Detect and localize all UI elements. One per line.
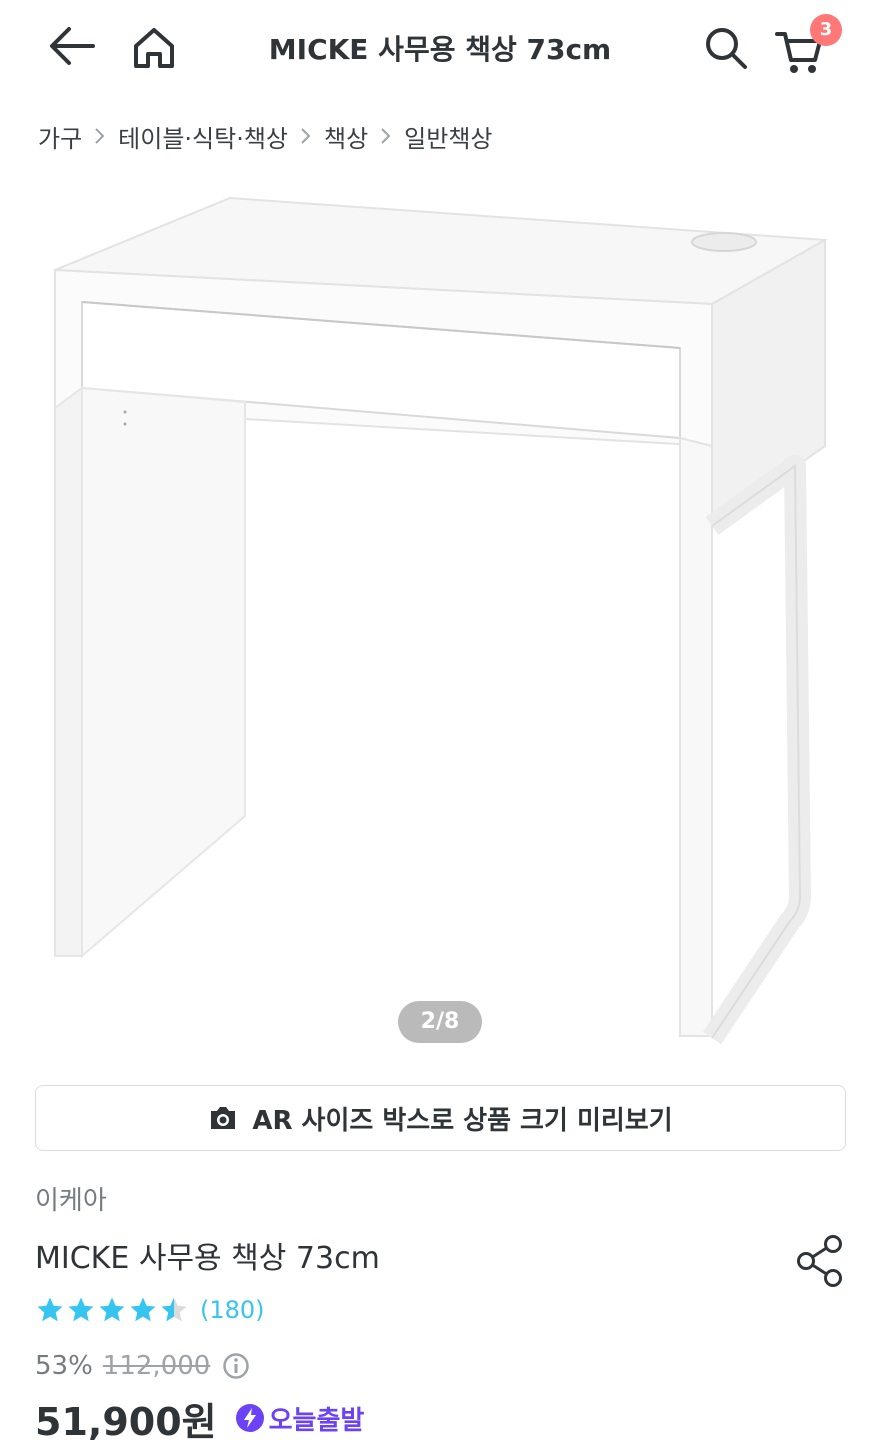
breadcrumb-item[interactable]: 테이블·식탁·책상: [118, 119, 288, 154]
top-header: MICKE 사무용 책상 73cm 3: [0, 0, 880, 96]
camera-icon: [208, 1105, 238, 1131]
info-icon[interactable]: [222, 1352, 250, 1380]
discount-row: 53% 112,000: [35, 1348, 250, 1384]
cart-count-badge: 3: [810, 14, 842, 46]
product-image-gallery[interactable]: [0, 176, 880, 1056]
today-delivery-label: 오늘출발: [268, 1405, 365, 1436]
lightning-icon: [235, 1404, 264, 1432]
breadcrumb-item[interactable]: 가구: [38, 119, 82, 154]
star-icon: [99, 1297, 125, 1322]
back-button[interactable]: [42, 18, 102, 74]
original-price: 112,000: [102, 1351, 211, 1381]
ar-button-label: AR 사이즈 박스로 상품 크기 미리보기: [252, 1105, 673, 1136]
star-icon: [130, 1297, 156, 1322]
desk-product-image: [54, 196, 829, 1045]
breadcrumb-item[interactable]: 일반책상: [404, 119, 492, 154]
back-arrow-icon: [50, 27, 95, 65]
breadcrumb: 가구 테이블·식탁·책상 책상 일반책상: [38, 118, 493, 154]
chevron-right-icon: [94, 127, 106, 145]
price-row: 51,900원 오늘출발: [35, 1394, 364, 1440]
chevron-right-icon: [380, 127, 392, 145]
rating-row[interactable]: (180): [35, 1293, 265, 1327]
brand-name[interactable]: 이케아: [35, 1180, 107, 1217]
today-delivery-badge: 오늘출발: [235, 1400, 365, 1437]
review-count[interactable]: (180): [200, 1296, 265, 1324]
share-button[interactable]: [792, 1232, 848, 1290]
star-icon: [68, 1297, 94, 1322]
cart-button[interactable]: 3: [772, 14, 842, 78]
breadcrumb-item[interactable]: 책상: [324, 119, 368, 154]
product-name: MICKE 사무용 책상 73cm: [35, 1241, 380, 1276]
image-counter: 2/8: [398, 1001, 482, 1043]
sale-price: 51,900원: [35, 1399, 217, 1440]
ar-size-preview-button[interactable]: AR 사이즈 박스로 상품 크기 미리보기: [35, 1085, 846, 1151]
half-star-icon: [161, 1297, 187, 1322]
search-button[interactable]: [696, 18, 756, 78]
page-title: MICKE 사무용 책상 73cm: [268, 33, 612, 66]
search-icon: [706, 28, 747, 69]
chevron-right-icon: [300, 127, 312, 145]
star-icon: [37, 1297, 63, 1322]
home-icon: [134, 28, 174, 68]
home-button[interactable]: [124, 18, 184, 78]
product-page: MICKE 사무용 책상 73cm 3 가구 테이블·식탁·책상 책상 일반책상…: [0, 0, 880, 1440]
star-rating: [35, 1295, 190, 1325]
share-icon: [797, 1235, 842, 1287]
discount-rate: 53%: [35, 1351, 93, 1381]
